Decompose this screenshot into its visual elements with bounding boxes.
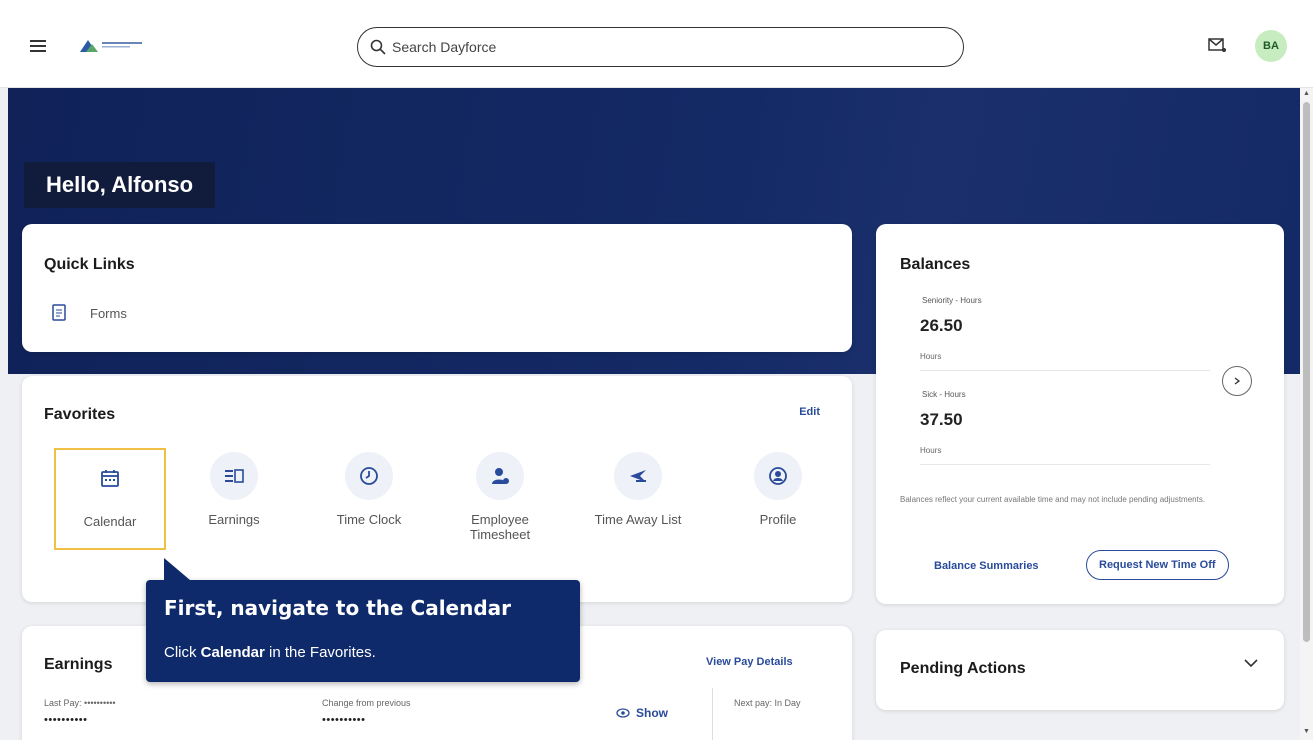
balance-label: Seniority - Hours	[922, 296, 982, 305]
search-bar[interactable]	[357, 27, 964, 67]
earnings-title: Earnings	[44, 656, 113, 673]
favorite-time-clock[interactable]: Time Clock	[313, 452, 425, 527]
divider	[712, 688, 713, 740]
favorite-label: Earnings	[208, 512, 260, 527]
top-bar: BA	[0, 0, 1313, 88]
form-icon	[52, 304, 66, 321]
request-time-off-button[interactable]: Request New Time Off	[1086, 550, 1229, 580]
favorite-label: Profile	[759, 512, 797, 527]
balance-value: 26.50	[920, 316, 963, 335]
last-pay-value: ••••••••••	[44, 714, 88, 726]
search-input[interactable]	[392, 39, 912, 55]
favorite-calendar[interactable]: Calendar	[54, 448, 166, 550]
scrollbar-thumb[interactable]	[1303, 102, 1310, 642]
pending-actions-title: Pending Actions	[900, 660, 1026, 677]
balance-label: Sick - Hours	[922, 390, 966, 399]
company-logo[interactable]	[78, 36, 162, 54]
profile-icon	[754, 452, 802, 500]
divider	[920, 370, 1210, 371]
balance-unit: Hours	[920, 446, 942, 455]
favorite-label: Time Away List	[594, 512, 682, 527]
change-value: ••••••••••	[322, 714, 366, 726]
balances-note: Balances reflect your current available …	[900, 495, 1206, 504]
guide-tooltip: First, navigate to the Calendar Click Ca…	[146, 558, 580, 682]
eye-icon	[616, 708, 630, 718]
greeting: Hello, Alfonso	[24, 162, 216, 208]
pending-actions-card[interactable]: Pending Actions	[876, 630, 1284, 710]
quick-link-label: Forms	[90, 305, 127, 321]
search-icon	[370, 39, 386, 55]
quick-links-title: Quick Links	[44, 256, 135, 273]
chevron-down-icon[interactable]	[1244, 658, 1258, 668]
avatar[interactable]: BA	[1255, 30, 1287, 62]
favorite-time-away-list[interactable]: Time Away List	[582, 452, 694, 527]
view-pay-details-link[interactable]: View Pay Details	[706, 656, 793, 668]
favorite-label: Time Clock	[336, 512, 402, 527]
quick-links-card: Quick Links Forms	[22, 224, 852, 352]
earnings-icon	[210, 452, 258, 500]
airplane-icon	[614, 452, 662, 500]
balance-unit: Hours	[920, 352, 942, 361]
balance-summaries-link[interactable]: Balance Summaries	[934, 560, 1039, 572]
favorite-earnings[interactable]: Earnings	[178, 452, 290, 527]
favorites-card: Favorites Edit Calendar Earnings Time Cl…	[22, 376, 852, 602]
favorites-title: Favorites	[44, 406, 116, 423]
next-balance-button[interactable]	[1222, 366, 1252, 396]
clock-icon	[345, 452, 393, 500]
balance-value: 37.50	[920, 410, 963, 429]
scrollbar[interactable]: ▲ ▼	[1300, 88, 1313, 740]
tooltip-pointer	[164, 558, 190, 580]
chevron-right-icon	[1234, 377, 1240, 385]
menu-icon[interactable]	[30, 40, 46, 52]
favorite-profile[interactable]: Profile	[722, 452, 834, 527]
last-pay-label: Last Pay: ••••••••••	[44, 698, 116, 708]
quick-link-forms[interactable]: Forms	[52, 304, 127, 322]
scroll-down-icon[interactable]: ▼	[1303, 728, 1310, 735]
next-pay-label: Next pay: In Day	[734, 698, 801, 708]
favorite-label: Calendar	[83, 514, 137, 529]
calendar-icon	[86, 454, 134, 502]
divider	[920, 464, 1210, 465]
balances-title: Balances	[900, 256, 971, 273]
tooltip-title: First, navigate to the Calendar	[164, 596, 512, 620]
tooltip-body: Click Calendar in the Favorites.	[164, 644, 376, 661]
scroll-up-icon[interactable]: ▲	[1303, 90, 1310, 97]
change-label: Change from previous	[322, 698, 411, 708]
edit-favorites-link[interactable]: Edit	[799, 406, 820, 418]
show-earnings-button[interactable]: Show	[616, 706, 668, 720]
balances-card: Balances Seniority - Hours 26.50 Hours S…	[876, 224, 1284, 604]
favorite-employee-timesheet[interactable]: Employee Timesheet	[444, 452, 556, 542]
mail-icon[interactable]	[1208, 37, 1226, 53]
employee-icon	[476, 452, 524, 500]
favorite-label: Employee Timesheet	[469, 512, 531, 542]
